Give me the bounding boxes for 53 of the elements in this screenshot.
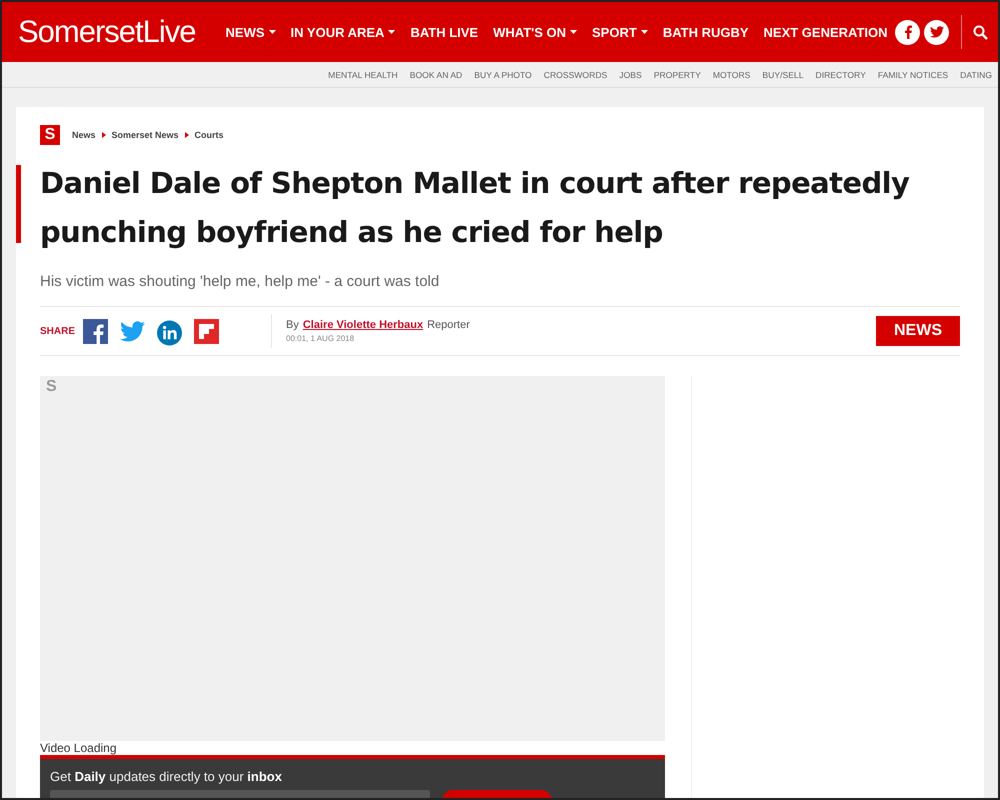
breadcrumb-link[interactable]: Somerset News	[112, 130, 179, 140]
caret-icon	[570, 30, 578, 34]
nav-link[interactable]: BATH LIVE	[410, 24, 478, 40]
site-logo[interactable]: SomersetLive	[18, 14, 196, 50]
nav-link[interactable]: WHAT'S ON	[493, 24, 578, 40]
subnav-link[interactable]: BOOK AN AD	[410, 70, 462, 80]
share-button[interactable]	[157, 318, 182, 344]
byline-prefix: By	[286, 319, 299, 331]
subnav-link[interactable]: MOTORS	[712, 70, 750, 80]
bird-icon	[930, 26, 944, 38]
nav-link[interactable]: SPORT	[592, 24, 648, 40]
subnav-link[interactable]: FAMILY NOTICES	[878, 70, 948, 80]
arrow-icon	[184, 132, 189, 138]
brand-badge: S	[40, 125, 60, 145]
bird-icon	[120, 318, 146, 344]
breadcrumb-link[interactable]: News	[72, 130, 96, 140]
bird-button[interactable]	[924, 20, 949, 44]
caret-icon	[640, 30, 648, 34]
standfirst: His victim was shouting 'help me, help me' - a court was told	[40, 273, 440, 290]
publish-date: 00:01, 1 AUG 2018	[286, 334, 356, 343]
share-button[interactable]	[194, 318, 220, 344]
video-status: Video Loading	[40, 741, 118, 755]
newsletter-text: Get Daily updates directly to your inbox	[50, 769, 283, 784]
facebook-icon	[83, 318, 108, 344]
subnav-link[interactable]: DATING	[960, 70, 992, 80]
linkedin-icon	[157, 318, 182, 346]
subnav-link[interactable]: JOBS	[619, 70, 642, 80]
subnav-link[interactable]: PROPERTY	[654, 70, 701, 80]
author-role: Reporter	[427, 319, 470, 331]
subnav-link[interactable]: BUY/SELL	[762, 70, 804, 80]
subnav-link[interactable]: DIRECTORY	[816, 70, 866, 80]
flipboard-icon	[194, 318, 220, 344]
author-link[interactable]: Claire Violette Herbaux	[302, 319, 424, 331]
share-button[interactable]	[83, 318, 108, 344]
player-logo: S	[46, 378, 57, 396]
search-icon	[972, 24, 988, 40]
breadcrumb-link[interactable]: Courts	[194, 130, 224, 140]
arrow-icon	[102, 132, 106, 138]
nav-link[interactable]: NEWS	[226, 24, 276, 40]
subnav-link[interactable]: BUY A PHOTO	[474, 70, 532, 80]
caret-icon	[268, 30, 276, 34]
nav-link[interactable]: BATH RUGBY	[662, 24, 749, 40]
section-tag[interactable]: NEWS	[876, 316, 960, 346]
nav-link[interactable]: NEXT GENERATION	[764, 24, 888, 40]
facebook-button[interactable]	[895, 20, 920, 44]
facebook-icon	[902, 25, 912, 39]
caret-icon	[388, 30, 396, 34]
nav-link[interactable]: IN YOUR AREA	[290, 24, 396, 40]
share-label: SHARE	[40, 326, 76, 336]
share-button[interactable]	[120, 318, 146, 344]
subnav-link[interactable]: CROSSWORDS	[544, 70, 608, 80]
article-title: Daniel Dale of Shepton Mallet in court after repeatedly punching boyfriend as he cried for help	[40, 165, 910, 251]
subnav-link[interactable]: MENTAL HEALTH	[328, 70, 398, 80]
